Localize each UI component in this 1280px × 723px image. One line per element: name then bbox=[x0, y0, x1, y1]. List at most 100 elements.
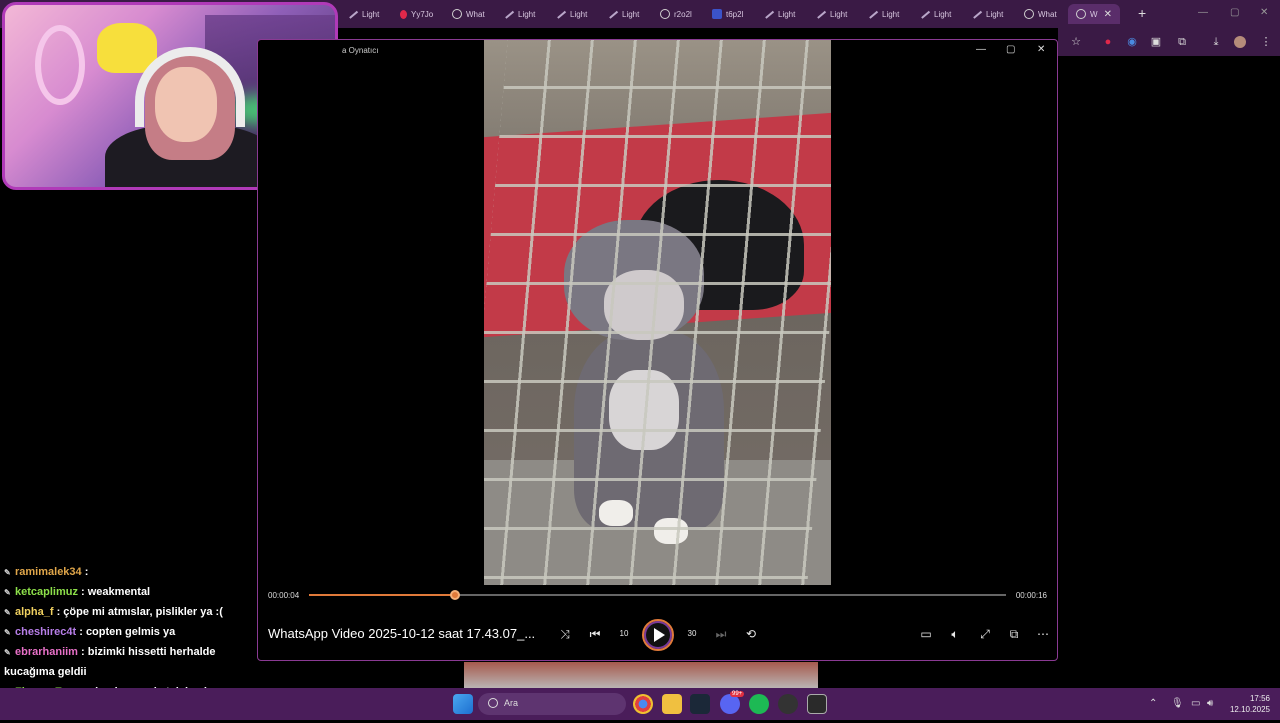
taskbar-search[interactable]: Ara bbox=[478, 693, 626, 715]
tab-strip: Light Yy7Jo What Light Light Light r2o2l t6p2l L… bbox=[340, 4, 1120, 24]
browser-tab[interactable]: W ✕ bbox=[1068, 4, 1120, 24]
steam-icon[interactable] bbox=[690, 694, 710, 714]
chat-badge-icon: ✎ bbox=[4, 568, 11, 577]
mini-player-icon[interactable]: ⧉ bbox=[1005, 626, 1023, 642]
chat-username[interactable]: cheshirec4t bbox=[15, 626, 76, 638]
tab-label: Light bbox=[570, 9, 588, 19]
start-icon[interactable] bbox=[453, 694, 473, 714]
chat-text: : bbox=[84, 566, 89, 578]
tab-label: What bbox=[466, 9, 485, 19]
download-icon[interactable]: ⤓ bbox=[1210, 36, 1222, 48]
volume-icon[interactable]: 🔈︎ bbox=[946, 626, 964, 642]
notification-badge: 99+ bbox=[730, 691, 745, 697]
browser-toolbar: ☆ ● ◉ ▣ ⧉ ⤓ ⋮ bbox=[1058, 28, 1280, 56]
chat-message: ✎ alpha_f : çöpe mi atmıslar, pislikler y… bbox=[0, 602, 255, 622]
player-window-title: a Oynatıcı bbox=[342, 46, 379, 55]
fullscreen-icon[interactable]: ⤢ bbox=[976, 626, 994, 642]
browser-tab[interactable]: Light bbox=[756, 4, 808, 24]
media-player-icon[interactable] bbox=[807, 694, 827, 714]
browser-tab[interactable]: What bbox=[444, 4, 496, 24]
more-options-icon[interactable]: ⋯ bbox=[1034, 626, 1052, 642]
tab-favicon-icon bbox=[712, 9, 722, 19]
tab-favicon-icon bbox=[555, 9, 567, 19]
browser-tab[interactable]: Light bbox=[912, 4, 964, 24]
search-placeholder: Ara bbox=[504, 698, 519, 708]
tray-chevron-icon[interactable]: ⌃ bbox=[1149, 698, 1157, 709]
chat-message: kucağıma geldii bbox=[0, 662, 255, 682]
search-icon bbox=[488, 698, 498, 708]
tab-label: Light bbox=[882, 9, 900, 19]
browser-tab[interactable]: Light bbox=[600, 4, 652, 24]
browser-tab[interactable]: What bbox=[1016, 4, 1068, 24]
tab-favicon-icon bbox=[660, 9, 670, 19]
clock-date: 12.10.2025 bbox=[1229, 705, 1270, 714]
speaker-icon[interactable]: 🔊︎ bbox=[1207, 698, 1213, 709]
subtitles-icon[interactable]: ▭ bbox=[917, 626, 935, 642]
video-frame[interactable] bbox=[484, 40, 831, 585]
extension-mask-icon[interactable]: ▣ bbox=[1150, 36, 1162, 48]
chrome-icon[interactable] bbox=[633, 694, 653, 714]
next-icon[interactable]: ⏭ bbox=[712, 626, 730, 642]
discord-icon[interactable] bbox=[720, 694, 740, 714]
close-icon[interactable]: ✕ bbox=[1260, 7, 1268, 18]
repeat-off-icon[interactable]: ⟲ bbox=[742, 626, 760, 642]
media-player-window: a Oynatıcı — ▢ ✕ 00:00:04 00:00:16 Whats… bbox=[257, 39, 1058, 690]
chat-message: ✎ ketcaplimuz : weakmental bbox=[0, 582, 255, 602]
tab-label: Yy7Jo bbox=[411, 9, 434, 19]
tab-favicon-icon bbox=[607, 9, 619, 19]
chat-username[interactable]: ebrarhaniim bbox=[15, 646, 78, 658]
obs-icon[interactable] bbox=[778, 694, 798, 714]
star-icon[interactable]: ☆ bbox=[1070, 36, 1082, 48]
seek-bar[interactable] bbox=[309, 590, 1006, 600]
browser-tab[interactable]: Light bbox=[548, 4, 600, 24]
avatar[interactable] bbox=[1234, 36, 1246, 48]
clock-time: 17:56 bbox=[1249, 694, 1270, 703]
skip-forward-icon[interactable]: 30 bbox=[683, 626, 701, 642]
spotify-icon[interactable] bbox=[749, 694, 769, 714]
skip-back-icon[interactable]: 10 bbox=[615, 626, 633, 642]
previous-icon[interactable]: ⏮ bbox=[586, 626, 604, 642]
player-minimize-icon[interactable]: — bbox=[976, 44, 986, 55]
file-explorer-icon[interactable] bbox=[662, 694, 682, 714]
puzzle-icon[interactable]: ⧉ bbox=[1176, 36, 1188, 48]
new-tab-button[interactable]: + bbox=[1138, 5, 1146, 21]
browser-tab[interactable]: Light bbox=[860, 4, 912, 24]
system-clock[interactable]: 17:56 12.10.2025 bbox=[1226, 693, 1270, 715]
chat-text: : copten gelmis ya bbox=[79, 626, 176, 638]
browser-tab[interactable]: Light bbox=[340, 4, 392, 24]
browser-tab[interactable]: t6p2l bbox=[704, 4, 756, 24]
chat-badge-icon: ✎ bbox=[4, 628, 11, 637]
seek-thumb[interactable] bbox=[450, 590, 461, 600]
tab-favicon-icon bbox=[971, 9, 983, 19]
play-button[interactable] bbox=[642, 619, 674, 651]
browser-tab[interactable]: Light bbox=[808, 4, 860, 24]
shuffle-icon[interactable]: ⤨ bbox=[556, 626, 574, 642]
player-maximize-icon[interactable]: ▢ bbox=[1006, 44, 1015, 55]
windows-taskbar: Ara 99+ ⌃ 🎙︎ ▭ 🔊︎ 17:56 12.10.2025 bbox=[0, 688, 1280, 720]
extension-red-icon[interactable]: ● bbox=[1102, 36, 1114, 48]
minimize-icon[interactable]: — bbox=[1198, 7, 1208, 18]
browser-tab[interactable]: Light bbox=[964, 4, 1016, 24]
maximize-icon[interactable]: ▢ bbox=[1230, 7, 1239, 18]
tab-label: Light bbox=[986, 9, 1004, 19]
tab-close-icon[interactable]: ✕ bbox=[1104, 9, 1112, 20]
chat-badge-icon: ✎ bbox=[4, 588, 11, 597]
chat-username[interactable]: ramimalek34 bbox=[15, 566, 82, 578]
player-close-icon[interactable]: ✕ bbox=[1037, 44, 1045, 55]
chat-username[interactable]: alpha_f bbox=[15, 606, 54, 618]
chat-message: ✎ cheshirec4t : copten gelmis ya bbox=[0, 622, 255, 642]
menu-icon[interactable]: ⋮ bbox=[1260, 36, 1272, 48]
browser-tab[interactable]: Yy7Jo bbox=[392, 4, 444, 24]
microphone-icon[interactable]: 🎙︎ bbox=[1171, 698, 1184, 709]
tab-favicon-icon bbox=[1076, 9, 1086, 19]
tab-label: r2o2l bbox=[674, 9, 692, 19]
tab-label: W bbox=[1090, 9, 1098, 19]
chat-username[interactable]: ketcaplimuz bbox=[15, 586, 78, 598]
tab-favicon-icon bbox=[1024, 9, 1034, 19]
network-icon[interactable]: ▭ bbox=[1191, 698, 1200, 709]
extension-sound-icon[interactable]: ◉ bbox=[1126, 36, 1138, 48]
browser-tab[interactable]: r2o2l bbox=[652, 4, 704, 24]
tab-favicon-icon bbox=[503, 9, 515, 19]
browser-tab[interactable]: Light bbox=[496, 4, 548, 24]
chat-badge-icon: ✎ bbox=[4, 648, 11, 657]
